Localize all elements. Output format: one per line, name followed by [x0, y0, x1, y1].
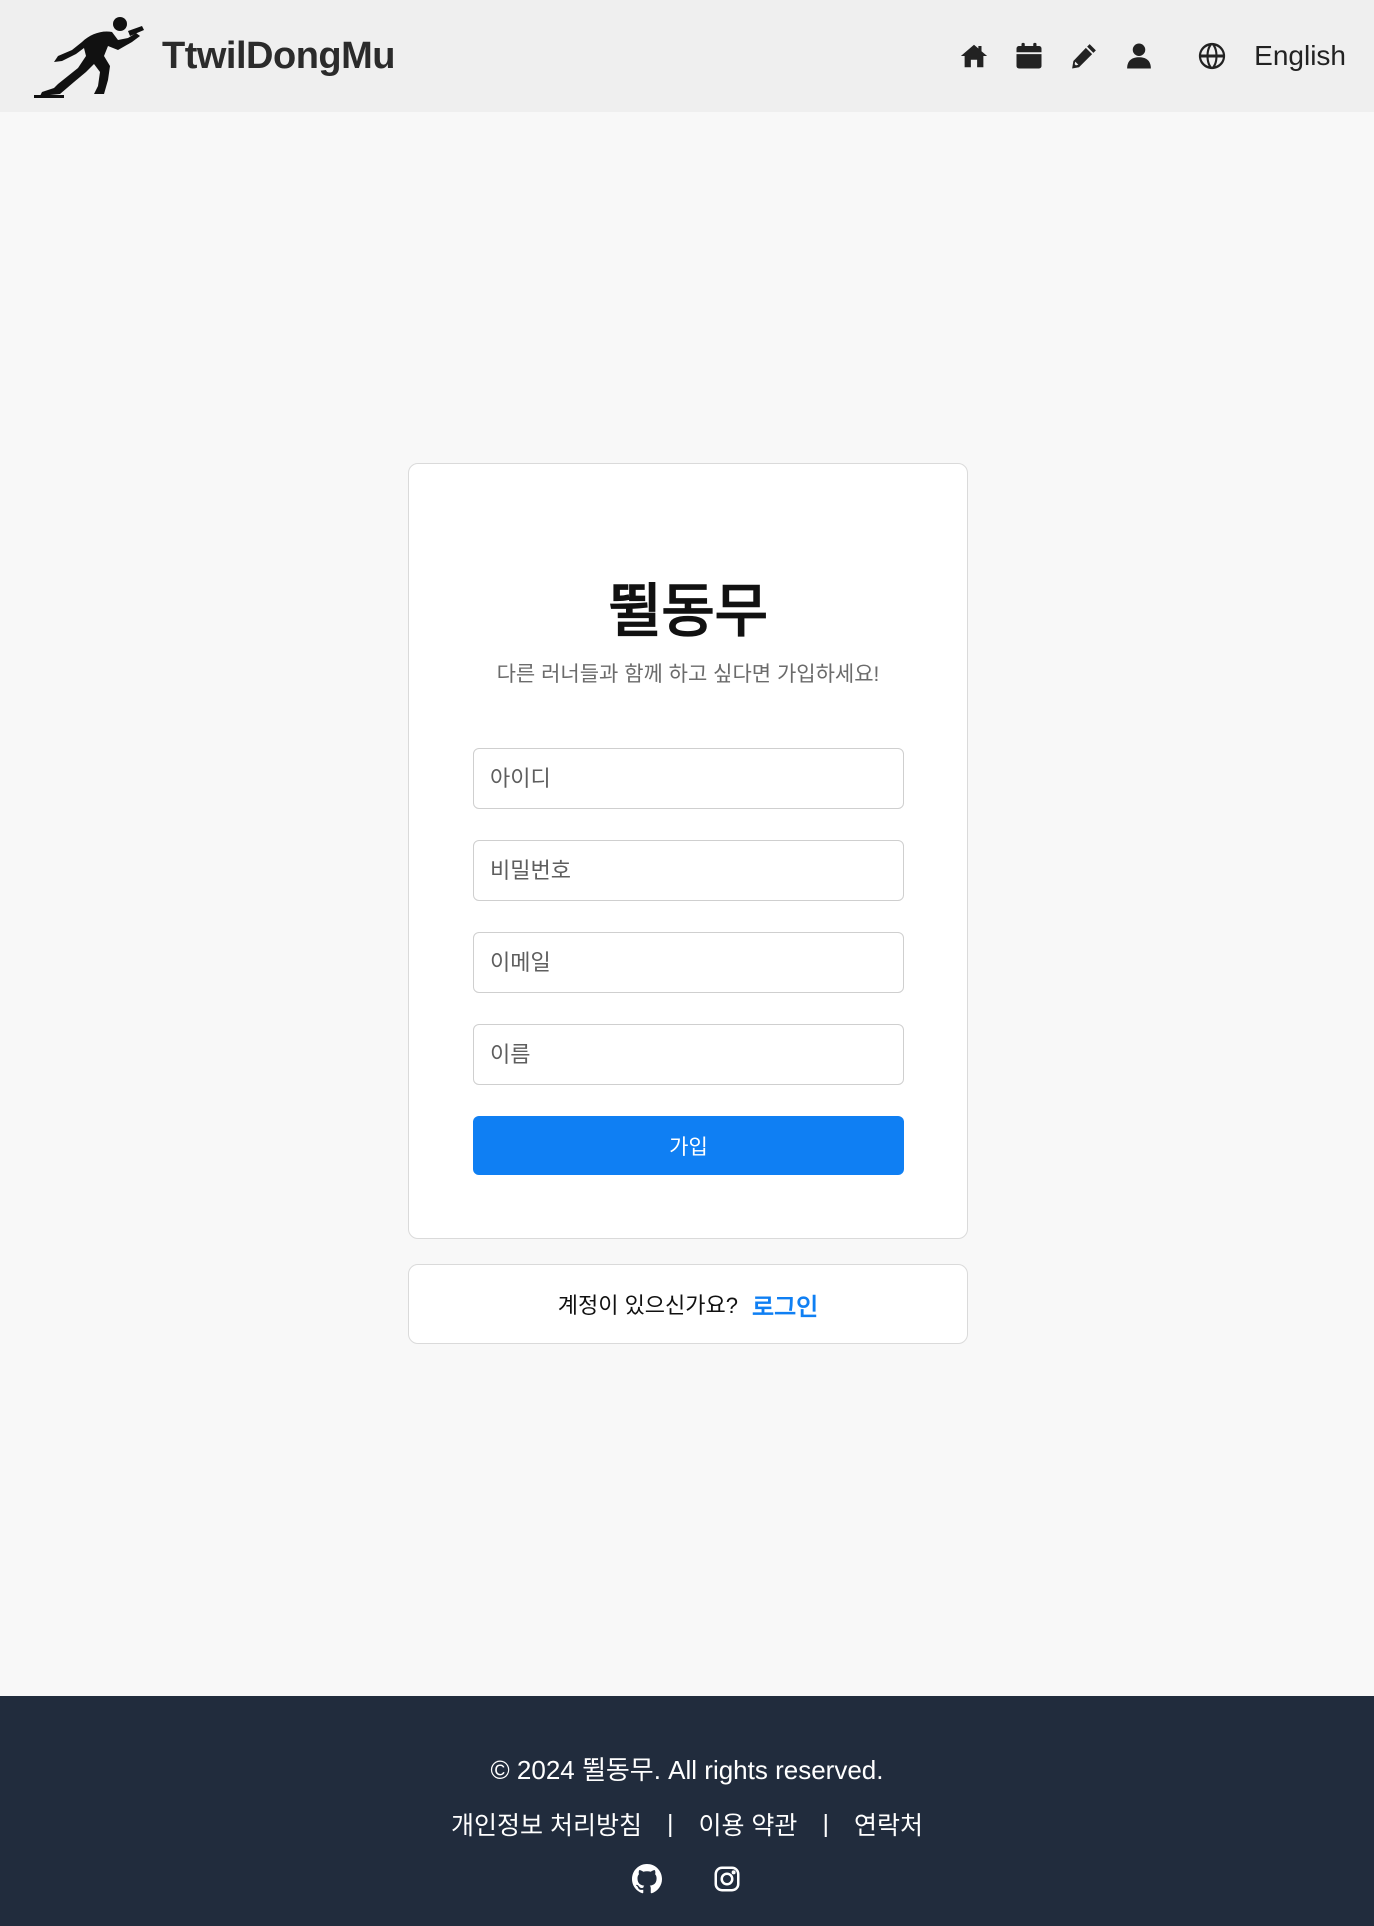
calendar-icon[interactable]	[1013, 40, 1045, 72]
footer-separator: |	[666, 1809, 674, 1838]
username-input[interactable]	[473, 748, 904, 809]
login-question: 계정이 있으신가요?	[557, 1293, 739, 1318]
footer-links: 개인정보 처리방침 | 이용 약관 | 연락처	[0, 1806, 1374, 1842]
pencil-icon[interactable]	[1068, 40, 1100, 72]
nav-menu: English	[935, 0, 1346, 112]
password-input[interactable]	[473, 840, 904, 901]
language-toggle[interactable]: English	[1254, 40, 1346, 72]
social-links	[0, 1864, 1374, 1894]
terms-link[interactable]: 이용 약관	[698, 1806, 797, 1842]
runner-logo-icon	[34, 17, 144, 98]
privacy-policy-link[interactable]: 개인정보 처리방침	[451, 1806, 642, 1842]
page-title: 뛸동무	[607, 579, 769, 644]
brand-name: TtwilDongMu	[162, 34, 395, 77]
home-icon[interactable]	[958, 40, 990, 72]
signup-subtitle: 다른 러너들과 함께 하고 싶다면 가입하세요!	[496, 663, 880, 686]
name-input[interactable]	[473, 1024, 904, 1085]
login-prompt-card: 계정이 있으신가요? 로그인	[408, 1264, 968, 1344]
brand-link[interactable]: TtwilDongMu	[28, 14, 395, 98]
signup-card: 뛸동무 다른 러너들과 함께 하고 싶다면 가입하세요! 가입	[408, 463, 968, 1239]
signup-button[interactable]: 가입	[473, 1116, 904, 1175]
github-icon[interactable]	[632, 1864, 662, 1894]
instagram-icon[interactable]	[712, 1864, 742, 1894]
user-icon[interactable]	[1123, 40, 1155, 72]
contact-link[interactable]: 연락처	[854, 1806, 923, 1842]
top-navbar: TtwilDongMu English	[0, 0, 1374, 112]
copyright-text: © 2024 뛸동무. All rights reserved.	[490, 1755, 884, 1785]
footer-separator: |	[822, 1809, 829, 1838]
globe-icon[interactable]	[1196, 40, 1228, 72]
email-input[interactable]	[473, 932, 904, 993]
footer: © 2024 뛸동무. All rights reserved. 개인정보 처리…	[0, 1696, 1374, 1926]
login-link[interactable]: 로그인	[752, 1287, 818, 1322]
